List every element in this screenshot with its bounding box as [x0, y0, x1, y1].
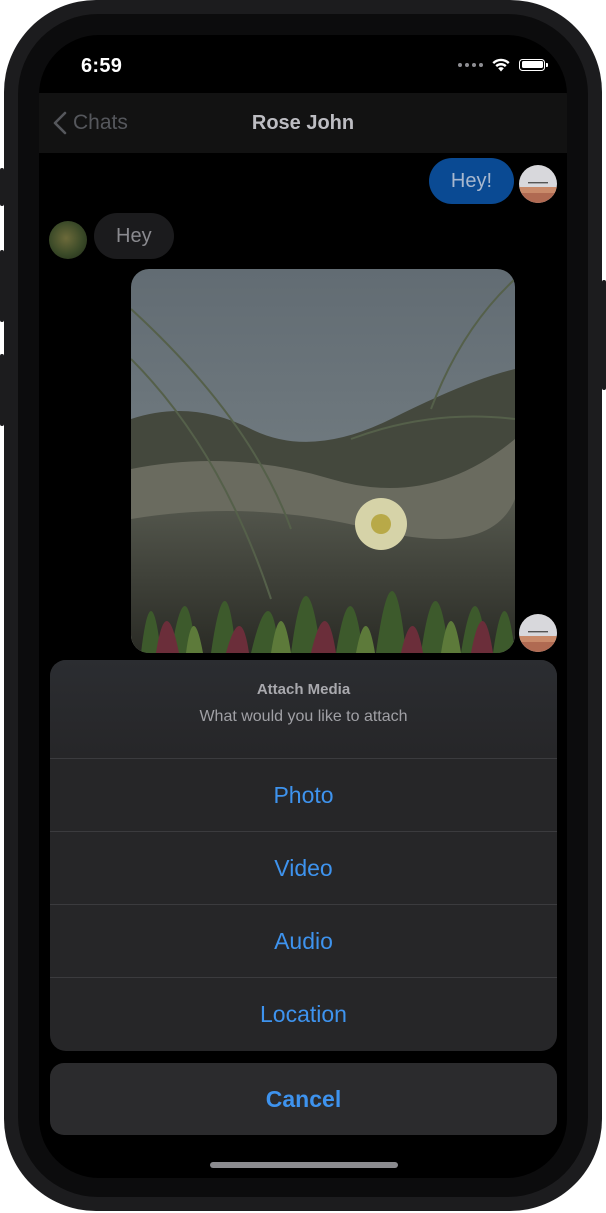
outgoing-message-bubble[interactable]: Hey! — [428, 158, 514, 204]
action-sheet-header: Attach Media What would you like to atta… — [50, 660, 557, 758]
home-indicator[interactable] — [210, 1162, 398, 1168]
contact-avatar[interactable] — [49, 221, 87, 259]
battery-icon — [519, 58, 548, 71]
my-avatar-photo[interactable] — [519, 614, 557, 652]
video-option-button[interactable]: Video — [50, 831, 557, 904]
incoming-message-bubble[interactable]: Hey — [94, 213, 174, 259]
status-icons — [458, 57, 548, 72]
action-sheet-title: Attach Media — [256, 681, 351, 698]
audio-option-button[interactable]: Audio — [50, 904, 557, 977]
photo-message[interactable] — [131, 269, 515, 653]
cellular-signal-icon — [458, 62, 483, 67]
location-option-button[interactable]: Location — [50, 977, 557, 1050]
mute-switch — [0, 168, 4, 206]
flower-photo — [131, 269, 515, 653]
cancel-button[interactable]: Cancel — [50, 1063, 557, 1135]
attach-media-action-sheet: Attach Media What would you like to atta… — [50, 660, 557, 1051]
power-button — [602, 280, 606, 390]
volume-down-button — [0, 354, 4, 426]
volume-up-button — [0, 250, 4, 322]
navigation-bar: Chats Rose John — [39, 93, 567, 153]
notch — [156, 35, 450, 77]
photo-option-button[interactable]: Photo — [50, 758, 557, 831]
chat-title: Rose John — [251, 112, 355, 134]
wifi-icon — [492, 58, 510, 72]
phone-screen: 6:59 Chats Rose John Hey! Hey Attach Med… — [39, 35, 567, 1178]
status-time: 6:59 — [81, 55, 123, 77]
action-sheet-message: What would you like to attach — [199, 708, 408, 725]
my-avatar[interactable] — [519, 165, 557, 203]
